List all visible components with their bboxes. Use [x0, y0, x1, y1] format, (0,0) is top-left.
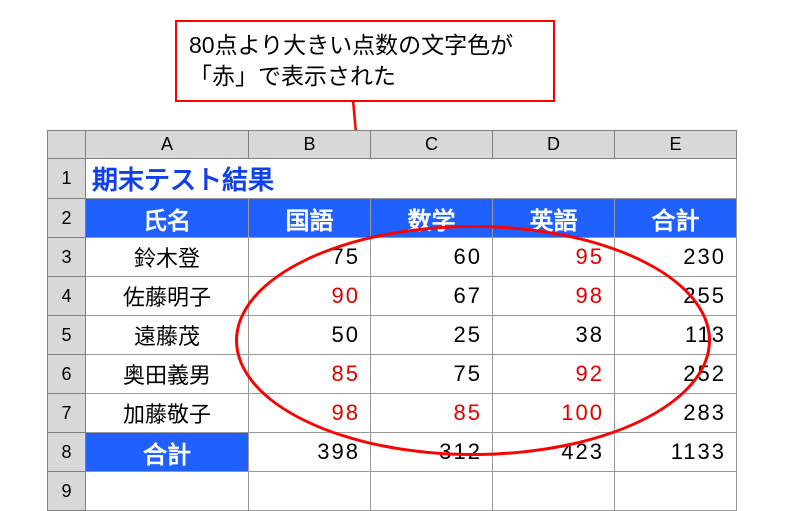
gokei-cell[interactable]: 255: [615, 277, 737, 316]
sugaku-cell[interactable]: 60: [371, 238, 493, 277]
row-head-3: 3: [48, 238, 86, 277]
empty-cell[interactable]: [371, 472, 493, 511]
kokugo-cell[interactable]: 75: [249, 238, 371, 277]
row-head-1: 1: [48, 159, 86, 199]
empty-cell[interactable]: [249, 472, 371, 511]
sugaku-cell[interactable]: 85: [371, 394, 493, 433]
eigo-cell[interactable]: 92: [493, 355, 615, 394]
eigo-cell[interactable]: 38: [493, 316, 615, 355]
row-head-7: 7: [48, 394, 86, 433]
row-head-2: 2: [48, 199, 86, 238]
gokei-cell[interactable]: 230: [615, 238, 737, 277]
name-cell[interactable]: 奥田義男: [86, 355, 249, 394]
totals-gokei[interactable]: 1133: [615, 433, 737, 472]
eigo-cell[interactable]: 98: [493, 277, 615, 316]
spreadsheet: A B C D E 1 期末テスト結果 2 氏名 国語 数学 英語 合計 3鈴木…: [47, 130, 737, 511]
sugaku-cell[interactable]: 67: [371, 277, 493, 316]
totals-eigo[interactable]: 423: [493, 433, 615, 472]
col-head-d: D: [493, 131, 615, 159]
sugaku-cell[interactable]: 25: [371, 316, 493, 355]
name-cell[interactable]: 鈴木登: [86, 238, 249, 277]
header-kokugo[interactable]: 国語: [249, 199, 371, 238]
totals-label[interactable]: 合計: [86, 433, 249, 472]
empty-cell[interactable]: [493, 472, 615, 511]
row-head-9: 9: [48, 472, 86, 511]
eigo-cell[interactable]: 95: [493, 238, 615, 277]
totals-kokugo[interactable]: 398: [249, 433, 371, 472]
header-eigo[interactable]: 英語: [493, 199, 615, 238]
row-head-8: 8: [48, 433, 86, 472]
gokei-cell[interactable]: 283: [615, 394, 737, 433]
col-head-b: B: [249, 131, 371, 159]
header-sugaku[interactable]: 数学: [371, 199, 493, 238]
header-name[interactable]: 氏名: [86, 199, 249, 238]
callout-text: 80点より大きい点数の文字色が「赤」で表示された: [189, 32, 513, 89]
gokei-cell[interactable]: 113: [615, 316, 737, 355]
kokugo-cell[interactable]: 98: [249, 394, 371, 433]
col-head-a: A: [86, 131, 249, 159]
eigo-cell[interactable]: 100: [493, 394, 615, 433]
name-cell[interactable]: 加藤敬子: [86, 394, 249, 433]
kokugo-cell[interactable]: 85: [249, 355, 371, 394]
sugaku-cell[interactable]: 75: [371, 355, 493, 394]
gokei-cell[interactable]: 252: [615, 355, 737, 394]
row-head-6: 6: [48, 355, 86, 394]
row-head-5: 5: [48, 316, 86, 355]
name-cell[interactable]: 遠藤茂: [86, 316, 249, 355]
kokugo-cell[interactable]: 50: [249, 316, 371, 355]
empty-cell[interactable]: [86, 472, 249, 511]
title-cell[interactable]: 期末テスト結果: [86, 159, 737, 199]
kokugo-cell[interactable]: 90: [249, 277, 371, 316]
col-head-c: C: [371, 131, 493, 159]
empty-cell[interactable]: [615, 472, 737, 511]
row-head-4: 4: [48, 277, 86, 316]
corner-cell: [48, 131, 86, 159]
totals-sugaku[interactable]: 312: [371, 433, 493, 472]
header-gokei[interactable]: 合計: [615, 199, 737, 238]
callout-box: 80点より大きい点数の文字色が「赤」で表示された: [175, 20, 555, 102]
col-head-e: E: [615, 131, 737, 159]
name-cell[interactable]: 佐藤明子: [86, 277, 249, 316]
